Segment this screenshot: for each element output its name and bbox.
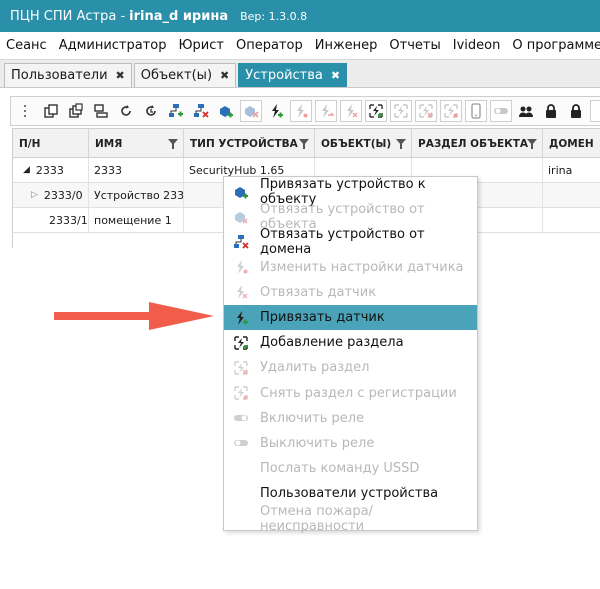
menu-engineer[interactable]: Инженер (315, 38, 378, 53)
users-icon[interactable] (515, 100, 537, 122)
relay-off-icon (232, 434, 250, 452)
tab-users[interactable]: Пользователи ✖ (4, 63, 132, 87)
menu-lawyer[interactable]: Юрист (179, 38, 224, 53)
relay-icon[interactable] (490, 100, 512, 122)
filter-icon[interactable] (527, 139, 537, 149)
version-label: Вер: 1.3.0.8 (240, 9, 308, 23)
section-icon-1[interactable] (390, 100, 412, 122)
menu-item-unbind-sensor[interactable]: Отвязать датчик (224, 280, 477, 305)
col-pn[interactable]: П/Н (13, 129, 89, 158)
filter-icon[interactable] (168, 139, 178, 149)
title-bar: ПЦН СПИ Астра - irina_d ирина Вер: 1.3.0… (0, 0, 600, 32)
tab-objects-label: Объект(ы) (140, 68, 213, 83)
bind-sensor-icon (232, 309, 250, 327)
menu-item-cancel-fire[interactable]: Отмена пожара/неисправности (224, 504, 477, 534)
col-name[interactable]: ИМЯ (89, 129, 184, 158)
col-object-section[interactable]: РАЗДЕЛ ОБЪЕКТА (412, 129, 543, 158)
copy-icon[interactable] (40, 100, 62, 122)
filter-icon[interactable] (396, 139, 406, 149)
red-arrow-annotation (54, 302, 214, 330)
col-device-type[interactable]: ТИП УСТРОЙСТВА (184, 129, 315, 158)
menu-item-unregister-section[interactable]: Снять раздел с регистрации (224, 381, 477, 406)
tab-devices[interactable]: Устройства ✖ (238, 63, 348, 87)
unbind-device-icon[interactable] (240, 100, 262, 122)
menu-about[interactable]: О программе (512, 38, 600, 53)
tab-bar: Пользователи ✖ Объект(ы) ✖ Устройства ✖ (0, 60, 600, 88)
sensor-move-icon[interactable] (315, 100, 337, 122)
close-icon[interactable]: ✖ (331, 69, 340, 82)
network-add-icon[interactable] (165, 100, 187, 122)
col-domain[interactable]: ДОМЕН (543, 129, 600, 158)
sensor-add-icon[interactable] (265, 100, 287, 122)
edit-sensor-icon (232, 258, 250, 276)
menu-item-unbind-device-object[interactable]: Отвязать устройство от объекта (224, 202, 477, 232)
add-section-icon (232, 334, 250, 352)
menu-session[interactable]: Сеанс (6, 38, 47, 53)
menu-item-delete-section[interactable]: Удалить раздел (224, 355, 477, 380)
menu-bar: Сеанс Администратор Юрист Оператор Инжен… (0, 32, 600, 60)
lock-icon[interactable] (565, 100, 587, 122)
grid-header: П/Н ИМЯ ТИП УСТРОЙСТВА ОБЪЕКТ(Ы) РАЗДЕЛ … (13, 128, 600, 158)
context-menu: Привязать устройство к объекту Отвязать … (223, 176, 478, 534)
filter-icon[interactable] (299, 139, 309, 149)
menu-item-bind-sensor[interactable]: Привязать датчик (224, 304, 477, 331)
overflow-icon[interactable] (590, 100, 600, 122)
expand-arrow-icon[interactable]: ▷ (31, 190, 38, 200)
collapse-arrow-icon[interactable]: ◢ (23, 165, 30, 175)
section-icon-3[interactable] (440, 100, 462, 122)
menu-item-relay-off[interactable]: Выключить реле (224, 431, 477, 456)
menu-item-edit-sensor[interactable]: Изменить настройки датчика (224, 255, 477, 280)
refresh-icon[interactable] (115, 100, 137, 122)
device-config-icon[interactable] (90, 100, 112, 122)
bind-device-icon[interactable] (215, 100, 237, 122)
close-icon[interactable]: ✖ (220, 69, 229, 82)
lock-icon[interactable] (540, 100, 562, 122)
menu-item-device-users[interactable]: Пользователи устройства (224, 481, 477, 506)
menu-item-bind-device-object[interactable]: Привязать устройство к объекту (224, 177, 477, 207)
menu-reports[interactable]: Отчеты (389, 38, 440, 53)
menu-item-unbind-device-domain[interactable]: Отвязать устройство от домена (224, 227, 477, 257)
app-title: ПЦН СПИ Астра - (10, 8, 126, 24)
section-icon-2[interactable] (415, 100, 437, 122)
sensor-remove-icon[interactable] (340, 100, 362, 122)
menu-admin[interactable]: Администратор (59, 38, 167, 53)
tab-users-label: Пользователи (11, 68, 108, 83)
toolbar (10, 96, 600, 126)
unbind-device-object-icon (232, 208, 250, 226)
menu-item-add-section[interactable]: Добавление раздела (224, 330, 477, 355)
user-name: irina_d ирина (129, 8, 229, 24)
phone-icon[interactable] (465, 100, 487, 122)
unbind-device-domain-icon (232, 233, 250, 251)
delete-section-icon (232, 359, 250, 377)
timer-refresh-icon[interactable] (140, 100, 162, 122)
tab-objects[interactable]: Объект(ы) ✖ (133, 63, 237, 87)
menu-ivideon[interactable]: Ivideon (453, 38, 501, 53)
relay-on-icon (232, 409, 250, 427)
sensor-edit-icon[interactable] (290, 100, 312, 122)
menu-operator[interactable]: Оператор (236, 38, 303, 53)
section-add-icon[interactable] (365, 100, 387, 122)
menu-item-relay-on[interactable]: Включить реле (224, 406, 477, 431)
col-objects[interactable]: ОБЪЕКТ(Ы) (315, 129, 412, 158)
unregister-section-icon (232, 384, 250, 402)
unbind-sensor-icon (232, 283, 250, 301)
bind-device-object-icon (232, 183, 250, 201)
menu-item-send-ussd[interactable]: Послать команду USSD (224, 456, 477, 481)
copy-multi-icon[interactable] (65, 100, 87, 122)
close-icon[interactable]: ✖ (116, 69, 125, 82)
grip-icon[interactable] (15, 100, 37, 122)
network-remove-icon[interactable] (190, 100, 212, 122)
tab-devices-label: Устройства (245, 68, 323, 83)
